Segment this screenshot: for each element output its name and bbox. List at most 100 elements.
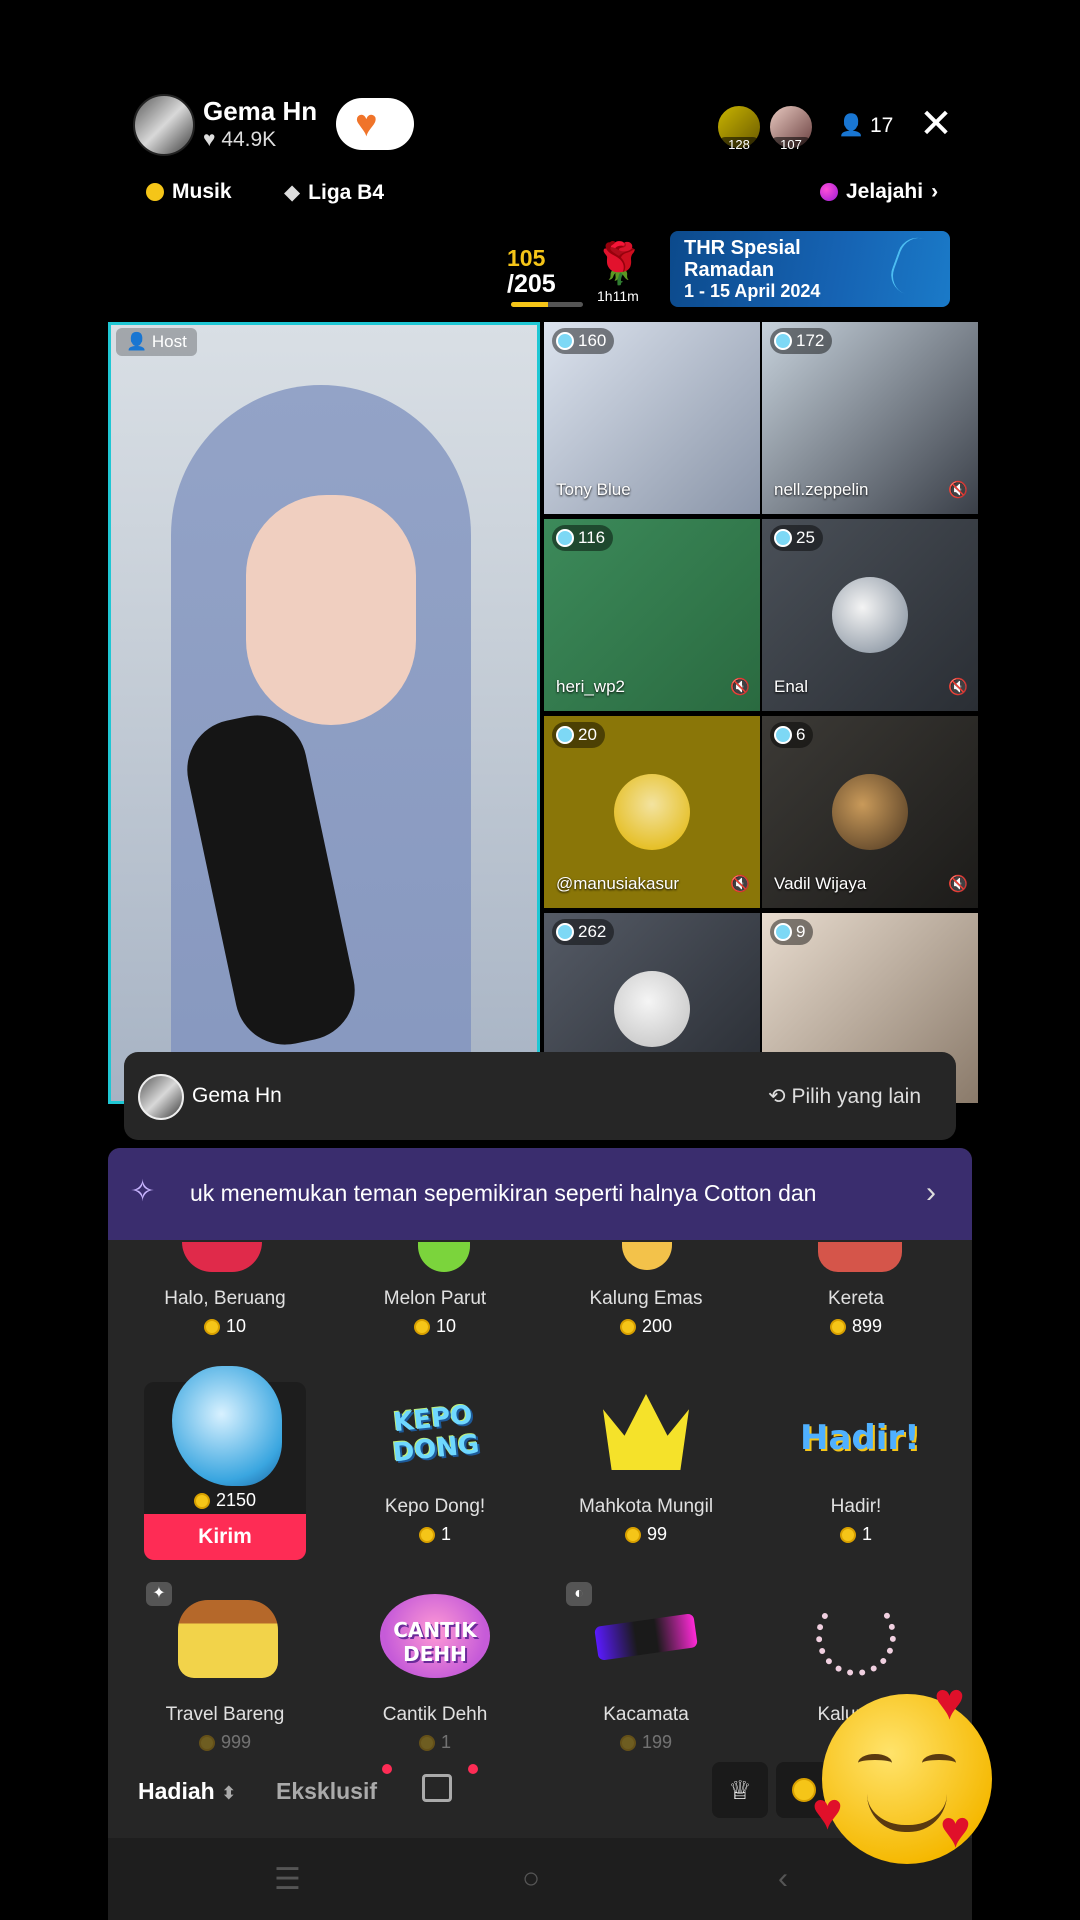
banner-decoration bbox=[885, 232, 950, 304]
car-gift-image bbox=[178, 1600, 278, 1678]
tab-exclusive[interactable]: Eksklusif bbox=[276, 1778, 377, 1805]
top-viewer-count-2: 107 bbox=[770, 137, 812, 152]
rank-progress-fill bbox=[511, 302, 548, 307]
gift-item[interactable]: Kacamata 199 bbox=[546, 1704, 746, 1753]
puzzle-icon: ✦ bbox=[146, 1582, 172, 1606]
coin-icon bbox=[413, 1318, 430, 1335]
gem-icon bbox=[556, 923, 574, 941]
toolbox-icon[interactable] bbox=[422, 1774, 452, 1802]
coin-icon bbox=[193, 1492, 210, 1509]
gift-price-value: 1 bbox=[861, 1524, 872, 1544]
guest-tile[interactable]: 6 Vadil Wijaya 🔇 bbox=[762, 716, 978, 908]
planet-icon bbox=[820, 183, 838, 201]
guest-score-value: 9 bbox=[796, 922, 806, 941]
guest-tile[interactable]: 160 Tony Blue bbox=[544, 322, 760, 514]
coin-icon bbox=[418, 1526, 435, 1543]
gift-name: Kepo Dong! bbox=[384, 1496, 486, 1517]
coin-icon bbox=[198, 1734, 215, 1751]
rose-timer: 1h11m bbox=[597, 288, 639, 304]
rose-icon[interactable]: 🌹 bbox=[594, 242, 644, 286]
top-viewer-avatar-2[interactable]: 107 bbox=[768, 104, 814, 152]
coin-icon bbox=[829, 1318, 846, 1335]
love-emoji-sticker: ♥ ♥ ♥ bbox=[812, 1676, 992, 1864]
switch-source-button[interactable]: ⟲ Pilih yang lain bbox=[768, 1084, 921, 1109]
back-icon[interactable]: ‹ bbox=[778, 1862, 788, 1896]
chip-explore[interactable]: Jelajahi › bbox=[820, 180, 938, 204]
gift-name: Melon Parut bbox=[383, 1288, 487, 1309]
guest-score-value: 6 bbox=[796, 725, 806, 744]
host-likes-value: 44.9K bbox=[221, 128, 277, 151]
guest-score-value: 25 bbox=[796, 528, 815, 547]
guest-score: 6 bbox=[770, 722, 814, 748]
gift-price-value: 199 bbox=[641, 1732, 673, 1752]
gift-price: 199 bbox=[546, 1732, 746, 1753]
gift-item[interactable]: Kepo Dong! 1 bbox=[335, 1496, 535, 1545]
gift-price-value: 200 bbox=[641, 1316, 673, 1336]
chip-league[interactable]: ◆ Liga B4 bbox=[284, 180, 384, 205]
tab-gifts[interactable]: Hadiah ⬍ bbox=[138, 1778, 236, 1805]
gift-name: Halo, Beruang bbox=[164, 1288, 286, 1309]
mic-muted-icon: 🔇 bbox=[948, 876, 968, 893]
fan-club-badge[interactable]: ♥ 21 bbox=[336, 98, 414, 150]
host-avatar[interactable] bbox=[133, 94, 195, 156]
gem-icon bbox=[774, 529, 792, 547]
diamond-icon: ◆ bbox=[284, 181, 301, 204]
rank-current[interactable]: 105 bbox=[507, 245, 545, 272]
gift-item[interactable]: Cantik Dehh 1 bbox=[335, 1704, 535, 1753]
guest-score: 116 bbox=[552, 525, 614, 551]
person-icon: 👤 bbox=[838, 114, 865, 137]
gift-image bbox=[818, 1242, 902, 1272]
menu-icon[interactable]: ☰ bbox=[274, 1862, 301, 1897]
gift-name: Kereta bbox=[828, 1288, 884, 1309]
guest-name: Enal bbox=[774, 677, 809, 696]
guest-tile[interactable]: 20 @manusiakasur 🔇 bbox=[544, 716, 760, 908]
necklace-gift-image bbox=[816, 1596, 896, 1676]
guest-name: nell.zeppelin bbox=[774, 480, 869, 499]
source-avatar[interactable] bbox=[138, 1074, 184, 1120]
gift-item[interactable]: Halo, Beruang 10 bbox=[125, 1288, 325, 1337]
host-tag: 👤 Host bbox=[116, 328, 197, 356]
send-gift-button[interactable]: Kirim bbox=[144, 1514, 306, 1560]
viewer-count[interactable]: 👤 17 bbox=[838, 114, 893, 138]
book-icon: ✧ bbox=[130, 1175, 156, 1208]
guest-score: 160 bbox=[552, 328, 615, 354]
guest-score: 9 bbox=[770, 919, 814, 945]
host-name[interactable]: Gema Hn bbox=[203, 96, 317, 127]
guest-tile[interactable]: 25 Enal 🔇 bbox=[762, 519, 978, 711]
gift-item[interactable]: Kalung Emas 200 bbox=[546, 1288, 746, 1337]
notification-dot bbox=[468, 1764, 478, 1774]
emoji-mouth bbox=[867, 1794, 947, 1832]
gift-item[interactable]: Kereta 899 bbox=[756, 1288, 956, 1337]
chevron-right-icon[interactable]: › bbox=[926, 1176, 936, 1210]
chip-music[interactable]: Musik bbox=[146, 180, 232, 204]
event-banner[interactable]: THR Spesial Ramadan 1 - 15 April 2024 bbox=[670, 231, 950, 307]
coin-icon bbox=[619, 1734, 636, 1751]
gift-item[interactable]: Melon Parut 10 bbox=[335, 1288, 535, 1337]
home-icon[interactable]: ○ bbox=[522, 1862, 540, 1896]
close-icon[interactable]: ✕ bbox=[916, 104, 956, 144]
crown-button[interactable]: ♕ bbox=[712, 1762, 768, 1818]
top-viewer-avatar-1[interactable]: 128 bbox=[716, 104, 762, 152]
guest-name: @manusiakasur bbox=[556, 874, 680, 893]
guest-score-value: 262 bbox=[578, 922, 607, 941]
person-icon: 👤 bbox=[126, 332, 148, 351]
guest-avatar bbox=[614, 971, 690, 1047]
switch-source-label: Pilih yang lain bbox=[791, 1085, 922, 1108]
guest-tile[interactable]: 116 heri_wp2 🔇 bbox=[544, 519, 760, 711]
cantik-dehh-gift-image: CANTIK DEHH bbox=[380, 1594, 490, 1678]
guest-tile[interactable]: 262 bbox=[544, 913, 760, 1053]
gift-item[interactable]: Mahkota Mungil 99 bbox=[546, 1496, 746, 1545]
host-video[interactable] bbox=[108, 322, 540, 1104]
gift-price: 1 bbox=[335, 1732, 535, 1753]
guest-tile[interactable]: 172 nell.zeppelin 🔇 bbox=[762, 322, 978, 514]
chip-music-label: Musik bbox=[172, 180, 232, 203]
guest-name: Vadil Wijaya bbox=[774, 874, 867, 893]
heart-icon: ♥ bbox=[934, 1673, 965, 1731]
coin-icon bbox=[418, 1734, 435, 1751]
heart-icon: ♥ bbox=[812, 1783, 843, 1841]
gift-price: 899 bbox=[756, 1316, 956, 1337]
gift-price-value: 10 bbox=[225, 1316, 247, 1336]
gift-item[interactable]: Hadir! 1 bbox=[756, 1496, 956, 1545]
heart-icon: ♥ bbox=[940, 1801, 971, 1859]
gift-item[interactable]: Travel Bareng 999 bbox=[125, 1704, 325, 1753]
